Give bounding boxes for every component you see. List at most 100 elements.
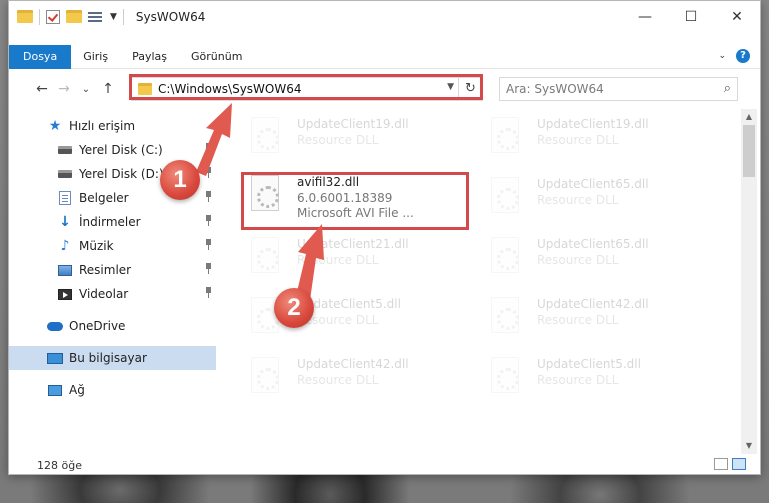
file-name: UpdateClient42.dll	[297, 357, 409, 371]
file-item[interactable]: UpdateClient5.dll Resource DLL	[471, 351, 691, 403]
chevron-down-icon[interactable]: ▼	[110, 12, 117, 22]
disk-icon	[58, 146, 72, 154]
dll-file-icon	[491, 237, 519, 273]
file-type: Resource DLL	[537, 313, 619, 327]
close-button[interactable]: ✕	[714, 1, 760, 32]
nav-item-label: Yerel Disk (D:)	[79, 167, 164, 181]
nav-item-label: Yerel Disk (C:)	[79, 143, 163, 157]
nav-item-label: Bu bilgisayar	[69, 351, 147, 365]
customize-icon[interactable]	[88, 10, 104, 24]
file-type: Resource DLL	[537, 253, 619, 267]
tab-gorunum[interactable]: Görünüm	[179, 45, 254, 69]
nav-item-onedrive[interactable]: OneDrive	[9, 314, 216, 338]
nav-item-label: İndirmeler	[79, 215, 141, 229]
forward-button[interactable]: →	[53, 81, 75, 97]
file-item[interactable]: UpdateClient21.dll Resource DLL	[231, 231, 451, 283]
pin-icon[interactable]	[204, 239, 212, 251]
file-item[interactable]: UpdateClient65.dll Resource DLL	[471, 171, 691, 223]
search-placeholder: Ara: SysWOW64	[506, 82, 604, 96]
nav-item-downloads[interactable]: ↓ İndirmeler	[9, 210, 216, 234]
cloud-icon	[47, 321, 63, 331]
file-type: Resource DLL	[297, 253, 379, 267]
search-icon: ⌕	[723, 81, 731, 96]
pin-icon[interactable]	[204, 167, 212, 179]
tab-giris[interactable]: Giriş	[71, 45, 120, 69]
pin-icon[interactable]	[204, 263, 212, 275]
recent-locations-button[interactable]: ⌄	[75, 84, 97, 95]
maximize-button[interactable]: ☐	[668, 1, 714, 32]
tiles-view-icon[interactable]	[732, 458, 746, 470]
details-view-icon[interactable]	[714, 458, 728, 470]
disk-icon	[58, 170, 72, 178]
music-icon: ♪	[60, 238, 70, 254]
file-type: Resource DLL	[537, 133, 619, 147]
nav-item-label: Belgeler	[79, 191, 129, 205]
back-button[interactable]: ←	[31, 81, 53, 97]
window-title: SysWOW64	[135, 9, 206, 24]
ribbon-tabs: Dosya Giriş Paylaş Görünüm ⌄ ?	[9, 44, 760, 69]
pictures-icon	[58, 264, 72, 276]
scroll-thumb[interactable]	[743, 125, 755, 177]
dll-file-icon	[491, 357, 519, 393]
file-item[interactable]: UpdateClient5.dll Resource DLL	[231, 291, 451, 343]
tab-paylas[interactable]: Paylaş	[120, 45, 179, 69]
nav-item-local-disk-c[interactable]: Yerel Disk (C:)	[9, 138, 216, 162]
file-item[interactable]: UpdateClient42.dll Resource DLL	[231, 351, 451, 403]
quick-access-toolbar: ▼	[9, 8, 124, 25]
nav-item-quick-access[interactable]: ★ Hızlı erişim	[9, 114, 216, 138]
nav-item-pictures[interactable]: Resimler	[9, 258, 216, 282]
star-icon: ★	[48, 118, 62, 134]
properties-check-icon[interactable]	[46, 9, 60, 24]
file-name: UpdateClient19.dll	[297, 117, 409, 131]
nav-item-label: OneDrive	[69, 319, 126, 333]
file-item[interactable]: UpdateClient42.dll Resource DLL	[471, 291, 691, 343]
file-name: UpdateClient5.dll	[537, 357, 641, 371]
new-folder-icon[interactable]	[66, 10, 82, 23]
title-bar: ▼ SysWOW64 — ☐ ✕	[9, 1, 760, 32]
nav-item-this-pc[interactable]: Bu bilgisayar	[9, 346, 216, 370]
pin-icon[interactable]	[204, 287, 212, 299]
dll-file-icon	[251, 117, 279, 153]
nav-item-label: Ağ	[69, 383, 85, 397]
videos-icon	[58, 288, 72, 300]
file-name: UpdateClient65.dll	[537, 177, 649, 191]
file-type: Resource DLL	[537, 373, 619, 387]
status-bar: 128 öğe	[9, 454, 760, 476]
dll-file-icon	[251, 357, 279, 393]
dll-file-icon	[251, 237, 279, 273]
folder-icon	[17, 10, 33, 23]
file-explorer-window: ▼ SysWOW64 — ☐ ✕ Dosya Giriş Paylaş Görü…	[8, 0, 761, 475]
file-name: UpdateClient19.dll	[537, 117, 649, 131]
file-type: Resource DLL	[297, 133, 379, 147]
tab-dosya[interactable]: Dosya	[9, 44, 72, 69]
file-list: UpdateClient19.dll Resource DLL avifil32…	[225, 109, 737, 454]
dll-file-icon	[491, 117, 519, 153]
computer-icon	[47, 352, 63, 364]
file-item[interactable]: UpdateClient19.dll Resource DLL	[231, 111, 451, 163]
file-name: UpdateClient21.dll	[297, 237, 409, 251]
file-item[interactable]: UpdateClient65.dll Resource DLL	[471, 231, 691, 283]
nav-item-music[interactable]: ♪ Müzik	[9, 234, 216, 258]
minimize-button[interactable]: —	[622, 1, 668, 32]
pin-icon[interactable]	[204, 143, 212, 155]
vertical-scrollbar[interactable]: ▲ ▼	[741, 109, 757, 454]
up-button[interactable]: ↑	[97, 81, 119, 97]
separator	[122, 8, 124, 25]
downloads-icon: ↓	[59, 214, 71, 230]
nav-item-videos[interactable]: Videolar	[9, 282, 216, 306]
pin-icon[interactable]	[204, 215, 212, 227]
help-icon[interactable]: ?	[736, 49, 750, 63]
nav-item-label: Hızlı erişim	[69, 119, 136, 133]
item-count: 128 öğe	[37, 458, 82, 472]
ribbon-right: ⌄ ?	[718, 49, 750, 63]
pin-icon[interactable]	[204, 191, 212, 203]
separator	[39, 8, 40, 25]
expand-ribbon-icon[interactable]: ⌄	[718, 51, 726, 61]
file-type: Resource DLL	[537, 193, 619, 207]
scroll-up-icon[interactable]: ▲	[741, 109, 757, 125]
file-name: UpdateClient65.dll	[537, 237, 649, 251]
file-item[interactable]: UpdateClient19.dll Resource DLL	[471, 111, 691, 163]
search-input[interactable]: Ara: SysWOW64 ⌕	[499, 77, 738, 101]
nav-item-network[interactable]: Ağ	[9, 378, 216, 402]
scroll-down-icon[interactable]: ▼	[741, 438, 757, 454]
